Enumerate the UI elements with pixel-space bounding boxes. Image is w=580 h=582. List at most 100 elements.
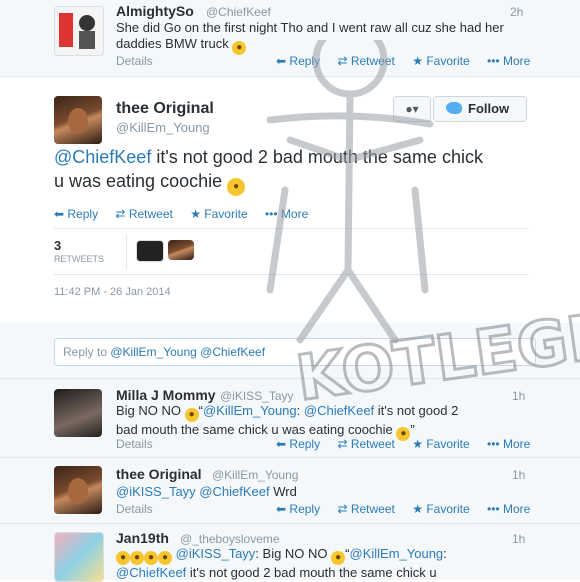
more-label: More xyxy=(502,502,531,516)
reply-icon: ⬅ xyxy=(276,54,290,68)
avatar[interactable] xyxy=(54,532,104,582)
tweet-author-handle[interactable]: @KillEm_Young xyxy=(212,468,298,482)
tweet-author-name[interactable]: thee Original xyxy=(116,100,214,118)
reply-input[interactable]: Reply to @KillEm_Young @ChiefKeef xyxy=(54,338,536,366)
tweet-time[interactable]: 1h xyxy=(512,468,525,482)
favorite-button[interactable]: ★ Favorite xyxy=(412,437,469,451)
retweet-button[interactable]: ⇄ Retweet xyxy=(337,437,394,451)
mention-link[interactable]: @KillEm_Young xyxy=(350,546,444,561)
favorite-button[interactable]: ★ Favorite xyxy=(412,54,469,68)
more-label: More xyxy=(502,437,531,451)
more-icon: ••• xyxy=(487,502,503,516)
reply-button[interactable]: ⬅ Reply xyxy=(276,54,320,68)
tweet-author-name[interactable]: thee Original xyxy=(116,466,202,482)
tweet-text-part: bad mouth the same chick u was eating co… xyxy=(116,422,393,437)
reply-label: Reply xyxy=(289,502,321,516)
details-link[interactable]: Details xyxy=(116,437,153,451)
favorite-label: Favorite xyxy=(426,502,470,516)
tweet-text-part: : xyxy=(296,403,304,418)
star-icon: ★ xyxy=(190,207,205,221)
mention-link[interactable]: @iKISS_Tayy xyxy=(176,546,256,561)
mention-link[interactable]: @ChiefKeef xyxy=(116,565,186,580)
tweet-text: ● ● ● ● @iKISS_Tayy: Big NO NO ● “@KillEm_Yo… xyxy=(116,546,546,581)
tweet-text-part: it's not good 2 xyxy=(374,403,459,418)
tweet-text-body: Wrd xyxy=(269,484,297,499)
user-actions-button[interactable]: ●▾ xyxy=(393,96,431,122)
tweet-row[interactable]: Jan19th @_theboysloveme 1h ● ● ● ● @iKISS_T… xyxy=(0,524,580,582)
reply-mentions: @KillEm_Young @ChiefKeef xyxy=(110,345,266,359)
retweet-label: Retweet xyxy=(350,437,395,451)
divider xyxy=(54,228,529,229)
follow-button[interactable]: Follow xyxy=(433,96,527,122)
retweet-button[interactable]: ⇄ Retweet xyxy=(337,502,394,516)
reply-icon: ⬅ xyxy=(54,207,68,221)
weary-face-emoji: ● xyxy=(232,41,247,55)
retweet-icon: ⇄ xyxy=(337,437,351,451)
retweets-label: RETWEETS xyxy=(54,254,105,264)
more-button[interactable]: ••• More xyxy=(265,207,308,221)
tweet-author-handle[interactable]: @_theboysloveme xyxy=(180,532,280,546)
mention-link[interactable]: @ChiefKeef xyxy=(199,484,269,499)
avatar[interactable] xyxy=(54,389,102,437)
reply-button[interactable]: ⬅ Reply xyxy=(54,207,98,221)
tweet-author-handle[interactable]: @ChiefKeef xyxy=(206,5,271,19)
avatar[interactable] xyxy=(54,466,102,514)
tweet-row[interactable]: thee Original @KillEm_Young 1h @iKISS_Ta… xyxy=(0,458,580,524)
reply-icon: ⬅ xyxy=(276,437,290,451)
tweet-text: @ChiefKeef it's not good 2 bad mouth the… xyxy=(54,145,494,196)
star-icon: ★ xyxy=(412,54,427,68)
reply-button[interactable]: ⬅ Reply xyxy=(276,437,320,451)
tweet-row[interactable]: Milla J Mommy @iKISS_Tayy 1h Big NO NO ●… xyxy=(0,379,580,458)
more-button[interactable]: ••• More xyxy=(487,437,530,451)
avatar[interactable] xyxy=(54,96,102,144)
tweet-time[interactable]: 2h xyxy=(510,5,523,19)
favorite-button[interactable]: ★ Favorite xyxy=(412,502,469,516)
favorite-button[interactable]: ★ Favorite xyxy=(190,207,247,221)
retweet-button[interactable]: ⇄ Retweet xyxy=(337,54,394,68)
more-icon: ••• xyxy=(264,207,281,221)
sticker-image xyxy=(59,13,95,49)
tweet-timestamp[interactable]: 11:42 PM - 26 Jan 2014 xyxy=(54,286,171,298)
tweet-author-name[interactable]: Milla J Mommy xyxy=(116,387,216,403)
tweet-author-handle[interactable]: @iKISS_Tayy xyxy=(220,389,294,403)
more-button[interactable]: ••• More xyxy=(487,54,530,68)
retweeter-avatar[interactable] xyxy=(168,240,194,260)
mention-link[interactable]: @KillEm_Young xyxy=(203,403,297,418)
reply-button[interactable]: ⬅ Reply xyxy=(276,502,320,516)
weary-face-emoji: ● xyxy=(158,551,172,565)
more-button[interactable]: ••• More xyxy=(487,502,530,516)
quote-mark: ” xyxy=(410,422,415,437)
weary-face-emoji: ● xyxy=(331,551,346,565)
mention-link[interactable]: @ChiefKeef xyxy=(304,403,374,418)
tweet-text-part: : xyxy=(443,546,447,561)
bird-icon xyxy=(446,102,462,114)
retweet-label: Retweet xyxy=(350,502,395,516)
weary-face-emoji: ● xyxy=(227,178,246,196)
star-icon: ★ xyxy=(412,437,427,451)
mention-link[interactable]: @iKISS_Tayy xyxy=(116,484,196,499)
reply-icon: ⬅ xyxy=(276,502,290,516)
tweet-row-top[interactable]: AlmightySo @ChiefKeef 2h She did Go on t… xyxy=(0,0,580,77)
tweet-author-name[interactable]: Jan19th xyxy=(116,530,169,546)
details-link[interactable]: Details xyxy=(116,502,153,516)
more-icon: ••• xyxy=(487,437,503,451)
retweeter-avatar[interactable] xyxy=(136,240,164,262)
weary-face-emoji: ● xyxy=(144,551,158,565)
tweet-text: @iKISS_Tayy @ChiefKeef Wrd xyxy=(116,484,516,500)
reply-label: Reply xyxy=(289,437,321,451)
avatar[interactable] xyxy=(54,6,104,56)
tweet-time[interactable]: 1h xyxy=(512,532,525,546)
tweet-author-name[interactable]: AlmightySo xyxy=(116,3,194,19)
tweet-time[interactable]: 1h xyxy=(512,389,525,403)
favorite-label: Favorite xyxy=(426,54,470,68)
favorite-label: Favorite xyxy=(426,437,470,451)
mention-link[interactable]: @ChiefKeef xyxy=(54,147,151,167)
retweet-label: Retweet xyxy=(128,207,173,221)
weary-face-emoji: ● xyxy=(130,551,144,565)
retweet-button[interactable]: ⇄ Retweet xyxy=(115,207,172,221)
tweet-author-handle[interactable]: @KillEm_Young xyxy=(116,120,210,135)
tweet-text-body: She did Go on the first night Tho and I … xyxy=(116,20,504,51)
retweet-count[interactable]: 3 xyxy=(54,238,61,253)
tweet-actions: ⬅ Reply ⇄ Retweet ★ Favorite ••• More xyxy=(54,207,322,221)
details-link[interactable]: Details xyxy=(116,54,153,68)
